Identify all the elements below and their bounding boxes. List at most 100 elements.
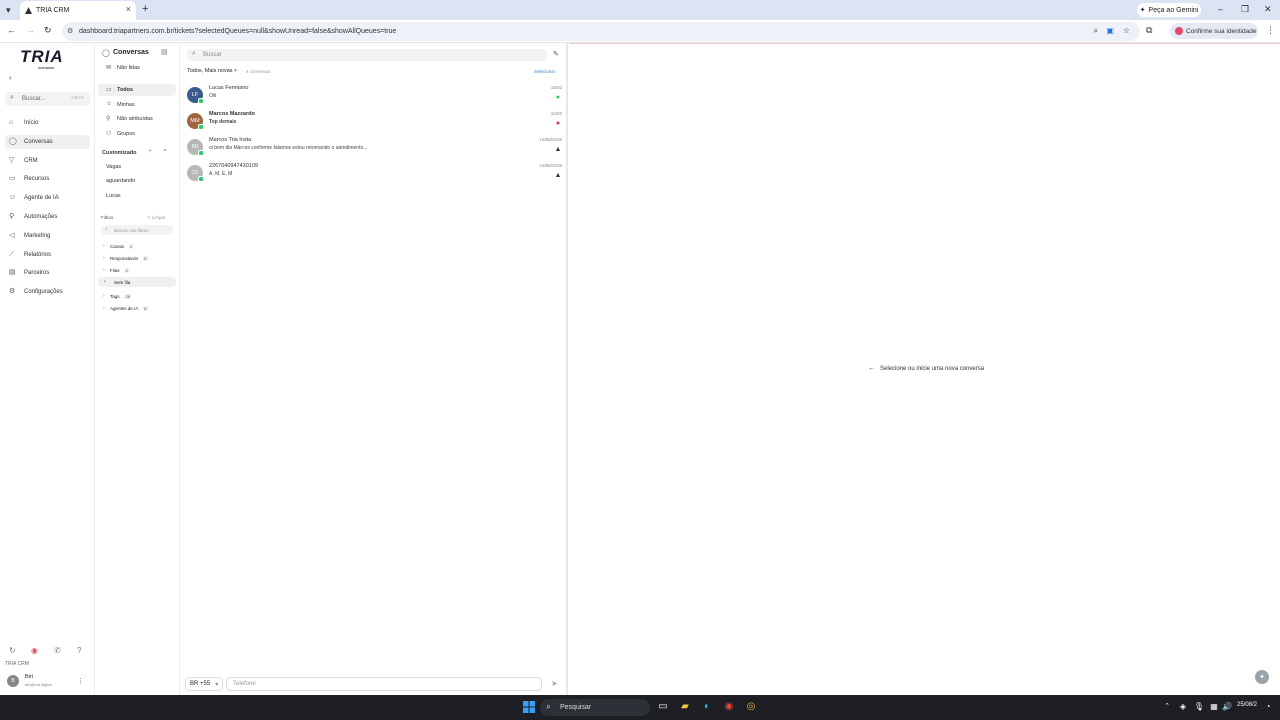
gemini-button[interactable]: ✦ Peça ao Gemini bbox=[1137, 3, 1201, 17]
close-window-icon[interactable]: ✕ bbox=[1264, 4, 1272, 15]
tray-app-icon[interactable]: ◈ bbox=[1177, 701, 1189, 713]
browser-tab[interactable]: TRIA CRM × bbox=[20, 1, 136, 20]
chevron-up-icon[interactable]: ⌃ bbox=[162, 148, 168, 156]
volume-icon[interactable]: 🔊 bbox=[1221, 701, 1233, 713]
filter-group[interactable]: › Canais 2 bbox=[98, 241, 176, 251]
conversation-detail-area: ← Selecione ou inicie uma nova conversa … bbox=[570, 43, 1280, 695]
zoom-icon[interactable]: ⌕ bbox=[1094, 26, 1098, 36]
conversation-row[interactable]: 22 2267040947430109 A, M, E, M 16/08/2026 ▲ bbox=[187, 162, 562, 186]
clear-filters-button[interactable]: ▽ Limpar bbox=[147, 215, 166, 221]
country-code-value: BR +55 bbox=[190, 681, 211, 687]
nav-item-configura-es[interactable]: ⚙ Configurações bbox=[5, 285, 90, 299]
assistant-fab[interactable]: ✦ bbox=[1255, 670, 1269, 684]
nav-item-conversas[interactable]: ◯ Conversas bbox=[5, 134, 90, 149]
extensions-icon[interactable]: ⧉ bbox=[1146, 25, 1152, 36]
windows-start-icon[interactable] bbox=[523, 701, 535, 713]
automation-icon: ⚲ bbox=[9, 213, 15, 220]
close-tab-icon[interactable]: × bbox=[126, 4, 131, 14]
tria-logo[interactable]: TRIA PARTNERS bbox=[20, 47, 64, 70]
network-icon[interactable]: ▦ bbox=[1208, 701, 1220, 713]
nav-label: Automações bbox=[24, 214, 58, 220]
phone-placeholder: Telefone bbox=[233, 681, 256, 687]
tray-chevron-icon[interactable]: ⌃ bbox=[1161, 701, 1173, 713]
filter-search-input[interactable]: ⌕ Buscar nos filtros bbox=[101, 225, 173, 235]
tab-list-icon[interactable]: ▾ bbox=[6, 5, 11, 16]
address-bar[interactable]: ⚙ dashboard.triapartners.com.br/tickets?… bbox=[62, 22, 1140, 41]
nav-item-automa-es[interactable]: ⚲ Automações bbox=[5, 210, 90, 224]
back-icon[interactable]: ← bbox=[7, 25, 16, 35]
phone-input[interactable]: Telefone bbox=[226, 677, 542, 691]
sort-dropdown[interactable]: Todos, Mais novas ▾ bbox=[187, 68, 237, 74]
confirm-identity-button[interactable]: Confirme sua identidade bbox=[1170, 23, 1258, 39]
contact-name: 2267040947430109 bbox=[209, 163, 258, 169]
folder-item[interactable]: ▭ Todos bbox=[98, 84, 176, 96]
cast-icon[interactable]: ▣ bbox=[1106, 26, 1114, 35]
tria-favicon-icon bbox=[25, 7, 32, 14]
browser-menu-icon[interactable]: ⋮ bbox=[1266, 25, 1275, 36]
new-tab-icon[interactable]: + bbox=[142, 3, 148, 15]
filter-group[interactable]: › Filas 2 bbox=[98, 265, 176, 275]
record-icon[interactable]: ◉ bbox=[31, 646, 38, 655]
app-sidebar: TRIA PARTNERS ‹ ⌕ Buscar... Ctrl+K ⌂ Iníc… bbox=[0, 43, 95, 695]
conversation-row[interactable]: MM Marcos Mazzardo Top demais 16/02 ● bbox=[187, 110, 562, 134]
avatar-initials: LF bbox=[191, 92, 199, 98]
folder-unread[interactable]: ✉ Não lidas bbox=[98, 62, 176, 74]
filter-group[interactable]: • Sem fila bbox=[98, 277, 176, 287]
conversation-list-panel: ⌕ Buscar ✎ Todos, Mais novas ▾ 4 convers… bbox=[180, 43, 568, 695]
custom-folder-item[interactable]: aguardando bbox=[106, 178, 135, 184]
sidebar-search[interactable]: ⌕ Buscar... Ctrl+K bbox=[5, 92, 90, 106]
filter-group-label: Agentes de IA bbox=[110, 305, 139, 311]
reload-icon[interactable]: ↻ bbox=[44, 25, 52, 36]
folder-item-label: Grupos bbox=[117, 130, 136, 137]
status-indicator bbox=[198, 124, 204, 130]
user-menu[interactable]: B Biri biri@tria.digital ⋮ bbox=[5, 672, 90, 690]
nav-item-marketing[interactable]: ◁ Marketing bbox=[5, 229, 90, 243]
phone-icon[interactable]: ✆ bbox=[54, 646, 61, 655]
mail-icon: ✉ bbox=[106, 65, 112, 71]
conversation-row[interactable]: LF Lucas Fermiano Oiii 15/02 ● bbox=[187, 84, 562, 108]
nav-item-agente-de-ia[interactable]: ☺ Agente de IA bbox=[5, 191, 90, 205]
collapse-sidebar-icon[interactable]: ‹ bbox=[9, 73, 12, 82]
task-view-icon[interactable]: ▭ bbox=[657, 701, 669, 713]
layout-icon[interactable]: ▤ bbox=[161, 48, 168, 56]
send-icon[interactable]: ➤ bbox=[551, 679, 558, 688]
taskbar-search[interactable]: ⌕ Pesquisar bbox=[540, 699, 650, 716]
filter-group[interactable]: › Responsáveis 5 bbox=[98, 253, 176, 263]
folder-item[interactable]: ⚇ Grupos bbox=[98, 128, 176, 140]
bookmark-star-icon[interactable]: ☆ bbox=[1123, 26, 1130, 35]
add-custom-icon[interactable]: + bbox=[148, 148, 152, 155]
nav-item-parceiros[interactable]: ▤ Parceiros bbox=[5, 266, 90, 280]
custom-folder-item[interactable]: Vagas bbox=[106, 164, 121, 170]
filters-title: Filtros bbox=[101, 215, 114, 220]
nav-item-crm[interactable]: ▽ CRM bbox=[5, 154, 90, 168]
bot-icon: ☺ bbox=[9, 194, 17, 202]
chrome-icon[interactable]: ◉ bbox=[723, 701, 735, 713]
notification-icon[interactable]: ◔ bbox=[1262, 701, 1274, 713]
folder-item[interactable]: ☺ Minhas bbox=[98, 99, 176, 111]
user-more-icon[interactable]: ⋮ bbox=[77, 677, 84, 685]
new-conversation-icon[interactable]: ✎ bbox=[553, 50, 559, 58]
conversation-search-input[interactable]: ⌕ Buscar bbox=[187, 49, 547, 61]
select-button[interactable]: Selecionar bbox=[534, 69, 555, 74]
app-icon[interactable]: ◎ bbox=[745, 701, 757, 713]
help-icon[interactable]: ? bbox=[77, 646, 81, 655]
folder-item[interactable]: ⚲ Não atribuídas bbox=[98, 113, 176, 125]
forward-icon[interactable]: → bbox=[26, 25, 35, 35]
minimize-icon[interactable]: – bbox=[1218, 4, 1223, 14]
filter-group[interactable]: › Tags 26 bbox=[98, 291, 176, 301]
restore-icon[interactable]: ❐ bbox=[1241, 4, 1249, 15]
nav-item-relat-rios[interactable]: ⟋ Relatórios bbox=[5, 248, 90, 262]
microphone-icon[interactable]: 🎙 bbox=[1193, 701, 1205, 713]
conversation-row[interactable]: MI Marcos Tria Insta oi bom dia Marcos con… bbox=[187, 136, 562, 160]
site-info-icon[interactable]: ⚙ bbox=[67, 27, 73, 35]
refresh-icon[interactable]: ↻ bbox=[9, 646, 16, 655]
nav-item-in-cio[interactable]: ⌂ Início bbox=[5, 116, 90, 130]
sidebar-search-placeholder: Buscar... bbox=[22, 96, 46, 102]
edge-icon[interactable]: ◐ bbox=[701, 701, 713, 713]
nav-item-recursos[interactable]: ▭ Recursos bbox=[5, 172, 90, 186]
custom-folder-item[interactable]: Lucas bbox=[106, 193, 121, 199]
filter-search-placeholder: Buscar nos filtros bbox=[114, 227, 149, 233]
filter-group[interactable]: › Agentes de IA 8 bbox=[98, 303, 176, 313]
country-code-select[interactable]: BR +55 ▾ bbox=[185, 677, 223, 691]
file-explorer-icon[interactable]: ▰ bbox=[679, 701, 691, 713]
